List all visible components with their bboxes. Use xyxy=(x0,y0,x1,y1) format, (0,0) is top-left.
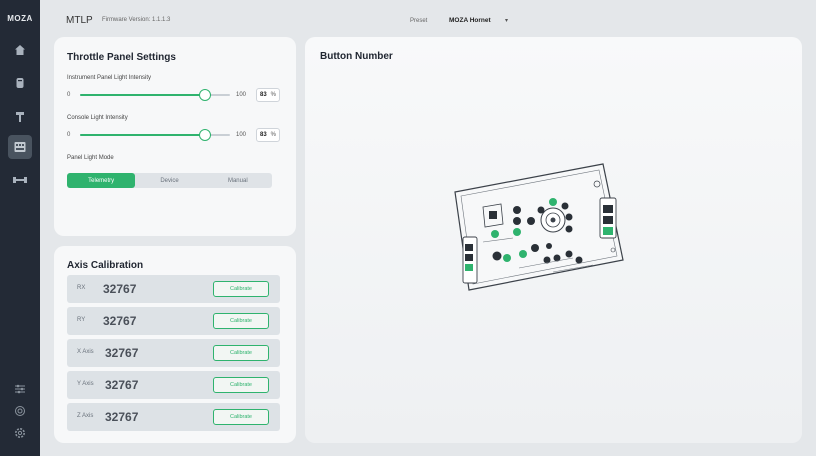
axis-row-rx: RX 32767 Calibrate xyxy=(67,275,280,303)
button-number-title: Button Number xyxy=(320,51,393,62)
throttle-settings-title: Throttle Panel Settings xyxy=(67,52,176,63)
header: MTLP Firmware Version: 1.1.1.3 Preset MO… xyxy=(40,0,816,38)
instrument-intensity-input[interactable]: 83 % xyxy=(256,88,280,102)
axis-value: 32767 xyxy=(103,314,137,328)
pedal-icon xyxy=(14,111,26,123)
axis-name: Y Axis xyxy=(77,381,94,387)
instrument-light-slider[interactable] xyxy=(80,89,230,101)
axis-row-x: X Axis 32767 Calibrate xyxy=(67,339,280,367)
console-light-label: Console Light Intensity xyxy=(67,115,128,121)
firmware-version: Firmware Version: 1.1.1.3 xyxy=(102,17,171,23)
percent-unit: % xyxy=(270,92,277,98)
nav-usb-device[interactable] xyxy=(8,168,32,192)
calibrate-button[interactable]: Calibrate xyxy=(213,345,269,361)
slider-fill xyxy=(80,94,205,96)
calibrate-button[interactable]: Calibrate xyxy=(213,409,269,425)
chevron-down-icon[interactable]: ▾ xyxy=(505,17,508,24)
support-icon xyxy=(14,405,26,417)
nav-sliders[interactable] xyxy=(8,377,32,401)
axis-name: RX xyxy=(77,285,86,291)
mode-manual[interactable]: Manual xyxy=(204,173,272,188)
intensity-value: 83 xyxy=(259,92,267,98)
calibrate-button[interactable]: Calibrate xyxy=(213,281,269,297)
panel-light-mode-label: Panel Light Mode xyxy=(67,155,114,161)
console-slider-max: 100 xyxy=(236,132,247,138)
instrument-slider-min: 0 xyxy=(67,92,71,98)
axis-name: RY xyxy=(77,317,86,323)
throttle-panel-icon xyxy=(13,140,27,154)
instrument-slider-max: 100 xyxy=(236,92,247,98)
throttle-settings-card: Throttle Panel Settings Instrument Panel… xyxy=(54,37,296,236)
home-icon xyxy=(14,44,26,56)
settings-icon xyxy=(14,427,26,439)
percent-unit: % xyxy=(270,132,277,138)
mode-telemetry[interactable]: Telemetry xyxy=(67,173,136,188)
axis-value: 32767 xyxy=(105,378,139,392)
intensity-value: 83 xyxy=(259,132,267,138)
axis-value: 32767 xyxy=(105,410,139,424)
console-intensity-input[interactable]: 83 % xyxy=(256,128,280,142)
instrument-light-label: Instrument Panel Light Intensity xyxy=(67,75,152,81)
throttle-panel-diagram xyxy=(454,163,624,291)
panel-light-mode-selector: Telemetry Device Manual xyxy=(67,173,272,188)
moza-logo: MOZA xyxy=(7,14,33,23)
nav-throttle-panel[interactable] xyxy=(8,135,32,159)
usb-connector-icon xyxy=(12,175,28,185)
axis-value: 32767 xyxy=(103,282,137,296)
axis-calibration-card: Axis Calibration RX 32767 Calibrate RY 3… xyxy=(54,246,296,443)
slider-fill xyxy=(80,134,205,136)
nav-home[interactable] xyxy=(8,38,32,62)
slider-thumb[interactable] xyxy=(198,89,211,101)
axis-calibration-title: Axis Calibration xyxy=(67,260,144,271)
axis-row-z: Z Axis 32767 Calibrate xyxy=(67,403,280,431)
console-light-slider[interactable] xyxy=(80,129,230,141)
axis-value: 32767 xyxy=(105,346,139,360)
mode-device[interactable]: Device xyxy=(135,173,203,188)
axis-row-ry: RY 32767 Calibrate xyxy=(67,307,280,335)
axis-name: X Axis xyxy=(77,349,94,355)
nav-wheelbase[interactable] xyxy=(8,71,32,95)
nav-settings[interactable] xyxy=(8,421,32,445)
preset-label: Preset xyxy=(410,18,428,24)
app-title: MTLP xyxy=(66,15,93,26)
nav-pedals[interactable] xyxy=(8,105,32,129)
nav-support[interactable] xyxy=(8,399,32,423)
axis-name: Z Axis xyxy=(77,413,94,419)
slider-thumb[interactable] xyxy=(198,129,211,141)
button-number-card: Button Number xyxy=(305,37,802,443)
sliders-icon xyxy=(14,383,26,395)
sidebar: MOZA xyxy=(0,0,40,456)
calibrate-button[interactable]: Calibrate xyxy=(213,377,269,393)
preset-dropdown[interactable]: MOZA Hornet xyxy=(449,17,491,24)
console-slider-min: 0 xyxy=(67,132,71,138)
calibrate-button[interactable]: Calibrate xyxy=(213,313,269,329)
axis-row-y: Y Axis 32767 Calibrate xyxy=(67,371,280,399)
wheelbase-icon xyxy=(14,77,26,89)
